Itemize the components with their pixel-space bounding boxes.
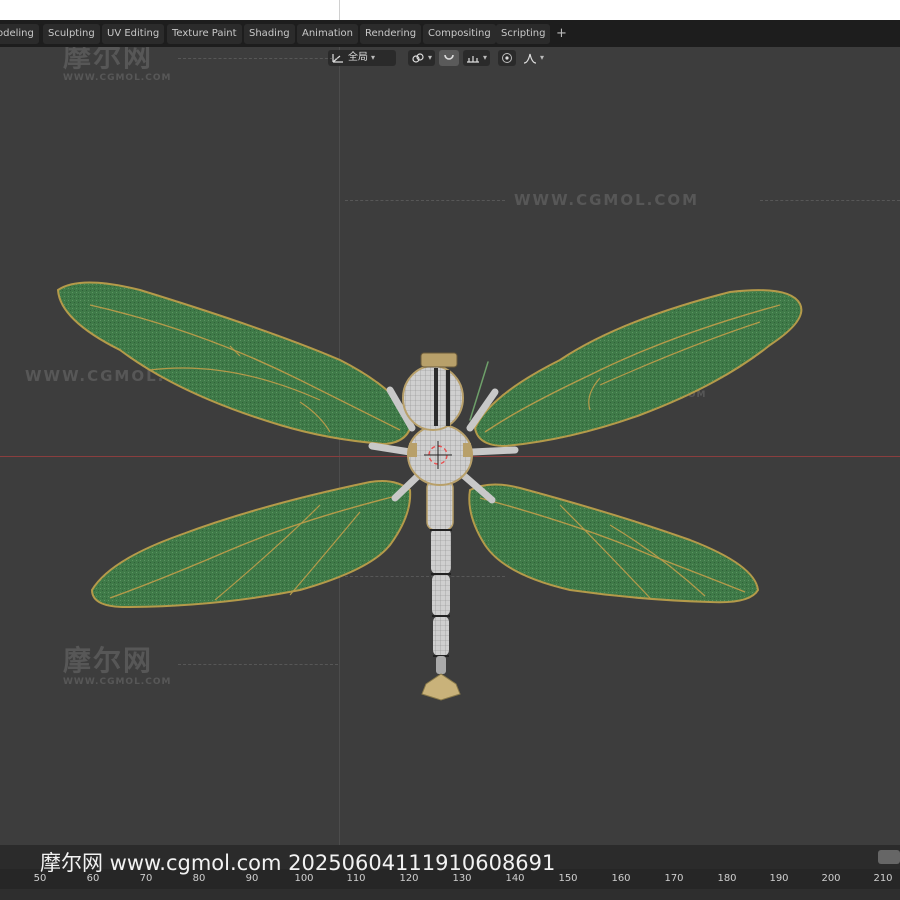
3d-viewport[interactable]: 全局 ▾ ▾ ▾ ▾ 摩尔网 WWW.CGMOL.COM WWW.CGMOL.C… — [0, 47, 900, 845]
workspace-tab-bar: odeling Sculpting UV Editing Texture Pai… — [0, 20, 900, 47]
frame-tick: 160 — [611, 873, 631, 884]
dragonfly-model[interactable] — [0, 47, 900, 845]
tab-texture-paint[interactable]: Texture Paint — [167, 24, 242, 44]
frame-tick: 190 — [769, 873, 789, 884]
frame-tick: 170 — [664, 873, 684, 884]
tab-shading[interactable]: Shading — [244, 24, 295, 44]
lower-right-wing[interactable] — [468, 483, 760, 604]
lower-left-wing[interactable] — [90, 480, 412, 609]
dragonfly-abdomen[interactable] — [421, 479, 461, 701]
tab-modeling[interactable]: odeling — [0, 24, 39, 44]
upper-left-wing[interactable] — [56, 281, 414, 446]
tab-rendering[interactable]: Rendering — [360, 24, 422, 44]
browser-top-strip — [0, 0, 900, 20]
frame-tick: 180 — [717, 873, 737, 884]
tab-animation[interactable]: Animation — [297, 24, 358, 44]
footer-watermark: 摩尔网 www.cgmol.com 20250604111910608691 — [40, 851, 556, 875]
frame-tick: 150 — [558, 873, 578, 884]
top-strip-divider — [339, 0, 340, 20]
tab-uv-editing[interactable]: UV Editing — [102, 24, 165, 44]
frame-tick: 200 — [821, 873, 841, 884]
timeline-option-button[interactable] — [878, 850, 900, 864]
timeline-track-area[interactable] — [0, 889, 900, 900]
upper-right-wing[interactable] — [473, 289, 803, 448]
tab-scripting[interactable]: Scripting — [496, 24, 551, 44]
tab-compositing[interactable]: Compositing — [423, 24, 496, 44]
add-workspace-button[interactable]: + — [551, 24, 572, 44]
tab-sculpting[interactable]: Sculpting — [43, 24, 100, 44]
frame-tick: 210 — [873, 873, 893, 884]
